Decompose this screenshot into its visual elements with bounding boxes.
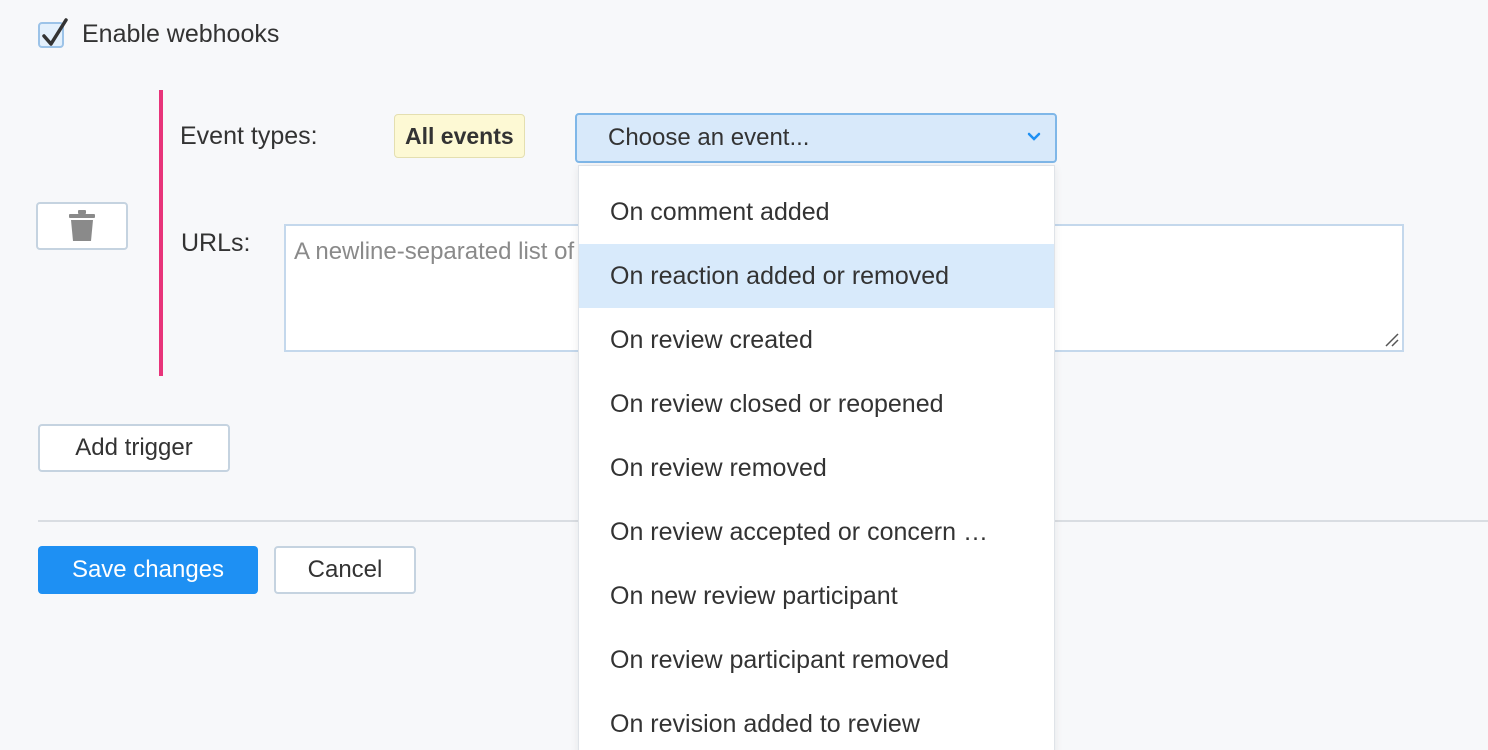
dropdown-option[interactable]: On revision added to review [579,692,1054,750]
dropdown-option[interactable]: On review participant removed [579,628,1054,692]
webhooks-settings-page: Enable webhooks Event types: All events … [0,0,1488,750]
resize-grip-icon[interactable] [1383,331,1399,347]
trigger-accent-bar [159,90,163,376]
dropdown-option[interactable]: On reaction added or removed [579,244,1054,308]
chevron-down-icon [1027,132,1041,141]
dropdown-option[interactable]: On review created [579,308,1054,372]
dropdown-option[interactable]: On new review participant [579,564,1054,628]
save-changes-button[interactable]: Save changes [38,546,258,594]
event-types-label: Event types: [180,122,318,150]
dropdown-option[interactable]: On comment added [579,180,1054,244]
delete-trigger-button[interactable] [36,202,128,250]
enable-webhooks-row: Enable webhooks [38,17,280,49]
dropdown-option[interactable]: On review closed or reopened [579,372,1054,436]
urls-label: URLs: [181,229,251,257]
trash-icon [69,210,95,241]
enable-webhooks-label: Enable webhooks [82,20,280,48]
add-trigger-button[interactable]: Add trigger [38,424,230,472]
event-select-value: Choose an event... [608,124,810,151]
checkmark-icon [42,17,68,46]
dropdown-option[interactable]: On review removed [579,436,1054,500]
event-dropdown-menu: On comment added On reaction added or re… [578,165,1055,750]
cancel-button[interactable]: Cancel [274,546,416,594]
dropdown-option[interactable]: On review accepted or concern … [579,500,1054,564]
enable-webhooks-checkbox[interactable] [38,17,68,48]
all-events-badge: All events [394,114,525,158]
event-type-select[interactable]: Choose an event... [575,113,1057,163]
